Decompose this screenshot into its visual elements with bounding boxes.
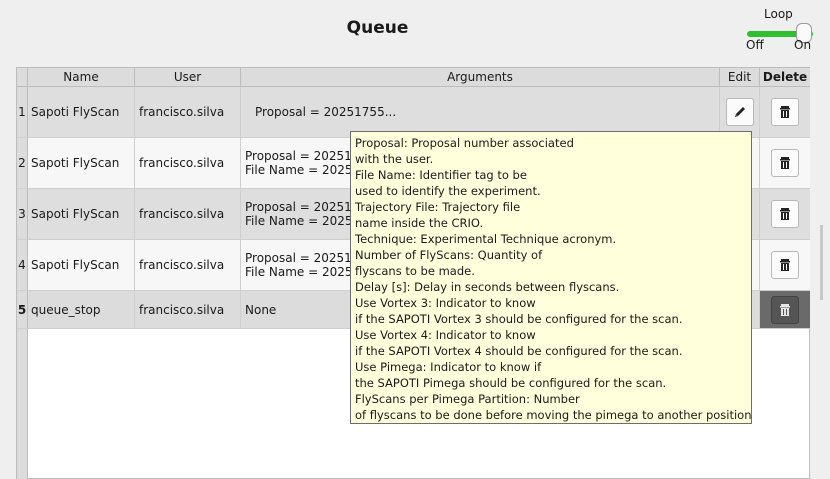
column-header-delete[interactable]: Delete <box>760 68 810 87</box>
tooltip-line: the SAPOTI Pimega should be configured f… <box>355 376 667 390</box>
delete-button[interactable] <box>771 295 799 324</box>
row-number[interactable]: 2 <box>17 138 28 189</box>
cell-user[interactable]: francisco.silva <box>135 138 241 189</box>
arguments-tooltip: Proposal: Proposal number associated wit… <box>350 131 752 424</box>
table-corner[interactable] <box>17 68 28 87</box>
tooltip-line: Proposal: Proposal number associated <box>355 136 574 150</box>
cell-user[interactable]: francisco.silva <box>135 291 241 329</box>
tooltip-line: FlyScans per Pimega Partition: Number <box>355 392 580 406</box>
column-header-name[interactable]: Name <box>28 68 135 87</box>
cell-name[interactable]: queue_stop <box>28 291 135 329</box>
tooltip-line: flyscans to be made. <box>355 264 475 278</box>
tooltip-line: used to identify the experiment. <box>355 184 541 198</box>
trash-icon <box>780 106 790 118</box>
column-header-edit[interactable]: Edit <box>720 68 760 87</box>
cell-user[interactable]: francisco.silva <box>135 87 241 138</box>
cell-name[interactable]: Sapoti FlyScan <box>28 189 135 240</box>
cell-user[interactable]: francisco.silva <box>135 240 241 291</box>
tooltip-line: Technique: Experimental Technique acrony… <box>355 232 617 246</box>
delete-button[interactable] <box>771 200 799 228</box>
cell-delete <box>760 291 810 329</box>
argument-line: Proposal = 20251755... <box>255 105 397 119</box>
delete-button[interactable] <box>771 98 799 126</box>
loop-toggle[interactable]: Loop Off On <box>738 6 818 54</box>
trash-icon <box>780 303 790 316</box>
tooltip-line: Use Vortex 3: Indicator to know <box>355 296 536 310</box>
row-number[interactable]: 4 <box>17 240 28 291</box>
tooltip-line: with the user. <box>355 152 434 166</box>
tooltip-line: if the SAPOTI Vortex 3 should be configu… <box>355 312 683 326</box>
tooltip-line: of flyscans to be done before moving the… <box>355 408 752 422</box>
row-number[interactable]: 3 <box>17 189 28 240</box>
argument-line: Proposal = 2025175 <box>245 251 368 265</box>
tooltip-line: Trajectory File: Trajectory file <box>355 200 521 214</box>
tooltip-line: name inside the CRIO. <box>355 216 484 230</box>
loop-off-label: Off <box>746 38 764 52</box>
cell-name[interactable]: Sapoti FlyScan <box>28 240 135 291</box>
tooltip-line: Use Vortex 4: Indicator to know <box>355 328 536 342</box>
cell-delete <box>760 138 810 189</box>
argument-line: None <box>245 302 277 317</box>
page-title: Queue <box>346 18 409 38</box>
column-header-arguments[interactable]: Arguments <box>241 68 720 87</box>
trash-icon <box>780 157 790 169</box>
cell-user[interactable]: francisco.silva <box>135 189 241 240</box>
cell-delete <box>760 189 810 240</box>
scrollbar[interactable] <box>820 225 823 300</box>
trash-icon <box>780 259 790 271</box>
column-header-user[interactable]: User <box>135 68 241 87</box>
row-number[interactable]: 5 <box>17 291 28 329</box>
trash-icon <box>780 208 790 220</box>
delete-button[interactable] <box>771 149 799 177</box>
cell-delete <box>760 240 810 291</box>
argument-line: Proposal = 2025175 <box>245 200 368 214</box>
tooltip-line: Number of FlyScans: Quantity of <box>355 248 543 262</box>
argument-line: Proposal = 2025175 <box>245 149 368 163</box>
tooltip-line: Delay [s]: Delay in seconds between flys… <box>355 280 620 294</box>
delete-button[interactable] <box>771 251 799 279</box>
tooltip-line: Use Pimega: Indicator to know if <box>355 360 542 374</box>
edit-button[interactable] <box>725 98 754 126</box>
cell-name[interactable]: Sapoti FlyScan <box>28 138 135 189</box>
tooltip-line: File Name: Identifier tag to be <box>355 168 527 182</box>
pencil-icon <box>734 107 745 117</box>
row-number[interactable]: 1 <box>17 87 28 138</box>
cell-name[interactable]: Sapoti FlyScan <box>28 87 135 138</box>
loop-on-label: On <box>794 38 812 52</box>
cell-delete <box>760 87 810 138</box>
loop-label: Loop <box>764 7 793 21</box>
tooltip-line: if the SAPOTI Vortex 4 should be configu… <box>355 344 683 358</box>
